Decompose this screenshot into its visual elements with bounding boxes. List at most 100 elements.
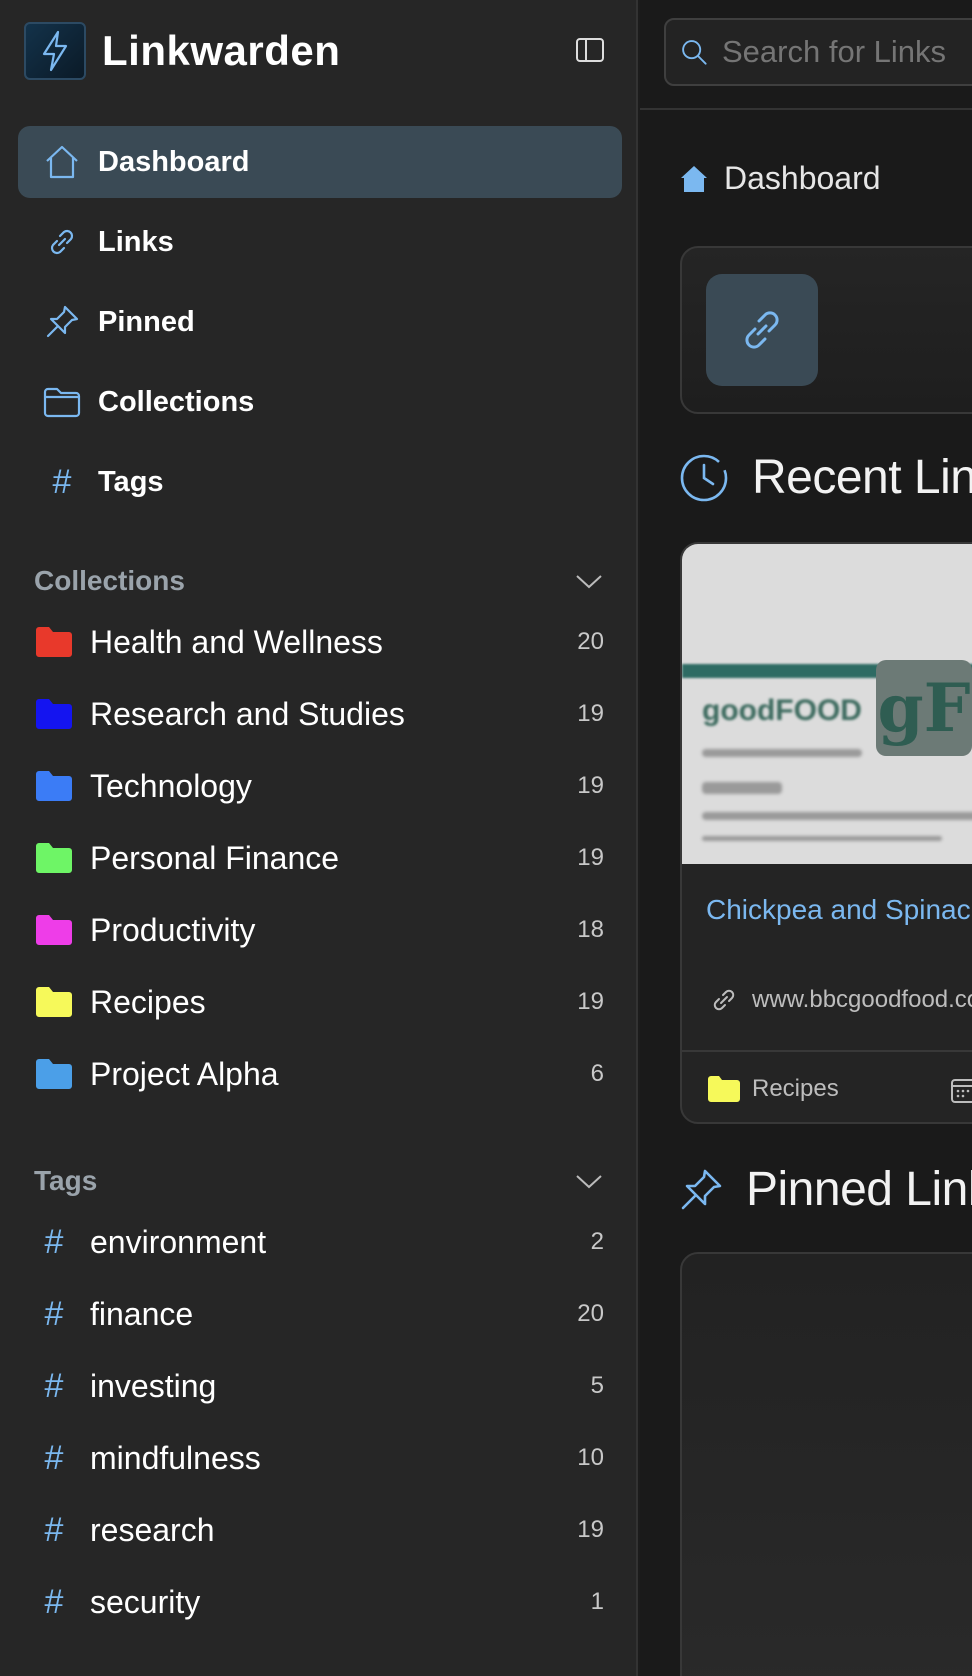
link-card[interactable]: goodFOOD gF Chickpea and Spinach www.bbc… <box>680 542 972 1124</box>
clock-icon <box>680 454 728 501</box>
collection-count: 19 <box>577 844 604 871</box>
section-title: Pinned Links <box>746 1163 972 1216</box>
tag-count: 19 <box>577 1516 604 1543</box>
link-icon <box>713 989 735 1011</box>
hash-icon: # <box>44 1222 64 1261</box>
link-card-footer: Recipes <box>682 1050 972 1122</box>
folder-icon <box>42 382 82 422</box>
pinned-links-heading: Pinned Links <box>678 1162 972 1217</box>
calendar-icon <box>951 1079 972 1103</box>
top-bar <box>640 0 972 110</box>
collection-name: Technology <box>90 767 252 804</box>
chevron-down-icon[interactable] <box>574 1166 604 1196</box>
link-preview-image: goodFOOD gF <box>682 544 972 864</box>
collection-item[interactable]: Technology 19 <box>0 750 636 822</box>
tag-name: mindfulness <box>90 1439 261 1476</box>
linkwarden-logo-icon <box>24 22 86 80</box>
link-url-text: www.bbcgoodfood.com <box>752 986 972 1013</box>
sidebar-toggle-icon[interactable] <box>574 34 606 66</box>
hash-icon: # <box>44 1582 64 1621</box>
section-title: Collections <box>34 565 185 596</box>
pinned-link-card[interactable] <box>680 1252 972 1676</box>
link-url[interactable]: www.bbcgoodfood.com <box>710 986 972 1014</box>
breadcrumb: Dashboard <box>678 160 881 197</box>
link-icon <box>706 274 818 386</box>
tag-name: finance <box>90 1295 194 1332</box>
nav-item-pinned[interactable]: Pinned <box>18 286 622 358</box>
link-icon <box>42 222 82 262</box>
nav-label: Links <box>98 225 174 258</box>
main-content: Dashboard Recent Links goodFOOD gF Chick… <box>640 0 972 1676</box>
folder-icon <box>34 838 74 878</box>
collection-count: 19 <box>577 700 604 727</box>
tag-name: research <box>90 1511 215 1548</box>
main-nav: Dashboard Links Pinned Collections # Tag… <box>18 126 622 526</box>
search-input[interactable] <box>722 34 972 70</box>
collections-header[interactable]: Collections <box>0 556 636 606</box>
stat-card <box>680 246 972 414</box>
tag-name: security <box>90 1583 201 1620</box>
collection-name: Personal Finance <box>90 839 340 876</box>
link-collection[interactable]: Recipes <box>752 1075 839 1103</box>
collection-name: Productivity <box>90 911 256 948</box>
hash-icon: # <box>52 462 72 501</box>
tag-count: 5 <box>590 1372 604 1399</box>
collection-item[interactable]: Productivity 18 <box>0 894 636 966</box>
tag-item[interactable]: # research 19 <box>0 1494 636 1566</box>
collections-section: Collections Health and Wellness 20 Researc… <box>0 556 636 1110</box>
collection-item[interactable]: Project Alpha 6 <box>0 1038 636 1110</box>
collection-name: Project Alpha <box>90 1055 279 1092</box>
home-icon <box>42 142 82 182</box>
collection-name: Research and Studies <box>90 695 405 732</box>
recent-links-heading: Recent Links <box>678 450 972 505</box>
nav-label: Dashboard <box>98 145 250 178</box>
pin-icon <box>681 1169 722 1209</box>
folder-icon <box>34 910 74 950</box>
search-box[interactable] <box>664 18 972 86</box>
tag-item[interactable]: # investing 5 <box>0 1350 636 1422</box>
app-root: Linkwarden Dashboard Links Pinned Collec… <box>0 0 972 1676</box>
collection-count: 20 <box>577 628 604 655</box>
home-filled-icon <box>681 165 707 192</box>
app-name: Linkwarden <box>102 27 341 74</box>
chevron-down-icon[interactable] <box>574 566 604 596</box>
tags-section: Tags # environment 2 # finance 20 # investing 5 #… <box>0 1156 636 1638</box>
page-title: Dashboard <box>724 160 881 196</box>
collection-item[interactable]: Health and Wellness 20 <box>0 606 636 678</box>
collection-item[interactable]: Research and Studies 19 <box>0 678 636 750</box>
collection-item[interactable]: Personal Finance 19 <box>0 822 636 894</box>
folder-icon <box>34 622 74 662</box>
folder-icon <box>34 1054 74 1094</box>
search-icon <box>682 40 707 65</box>
collection-count: 18 <box>577 916 604 943</box>
link-title[interactable]: Chickpea and Spinach <box>706 894 972 926</box>
brand[interactable]: Linkwarden <box>24 22 340 80</box>
tag-item[interactable]: # environment 2 <box>0 1206 636 1278</box>
nav-item-tags[interactable]: # Tags <box>18 446 622 518</box>
tag-count: 20 <box>577 1300 604 1327</box>
tag-item[interactable]: # mindfulness 10 <box>0 1422 636 1494</box>
tag-count: 2 <box>590 1228 604 1255</box>
hash-icon: # <box>44 1366 64 1405</box>
tag-count: 10 <box>577 1444 604 1471</box>
tag-item[interactable]: # security 1 <box>0 1566 636 1638</box>
folder-icon <box>34 766 74 806</box>
tag-item[interactable]: # finance 20 <box>0 1278 636 1350</box>
nav-label: Pinned <box>98 305 195 338</box>
collection-count: 19 <box>577 988 604 1015</box>
nav-item-dashboard[interactable]: Dashboard <box>18 126 622 198</box>
collection-count: 6 <box>590 1060 604 1087</box>
folder-icon <box>34 982 74 1022</box>
hash-icon: # <box>44 1510 64 1549</box>
hash-icon: # <box>44 1294 64 1333</box>
nav-item-collections[interactable]: Collections <box>18 366 622 438</box>
nav-item-links[interactable]: Links <box>18 206 622 278</box>
folder-filled-icon <box>708 1076 740 1102</box>
tags-header[interactable]: Tags <box>0 1156 636 1206</box>
pin-icon <box>42 302 82 342</box>
tag-count: 1 <box>590 1588 604 1615</box>
section-title: Recent Links <box>752 451 972 504</box>
sidebar: Linkwarden Dashboard Links Pinned Collec… <box>0 0 638 1676</box>
collection-item[interactable]: Recipes 19 <box>0 966 636 1038</box>
preview-logo: goodFOOD <box>702 694 862 727</box>
